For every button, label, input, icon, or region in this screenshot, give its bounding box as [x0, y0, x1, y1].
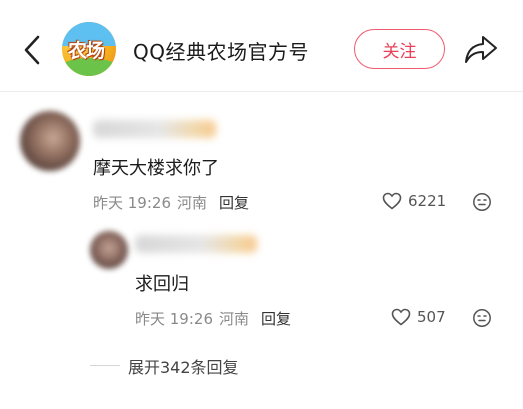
emoji-icon[interactable] [472, 308, 492, 328]
like-count: 507 [417, 308, 446, 326]
farm-logo: 农场 [68, 40, 105, 62]
expand-divider-line [90, 365, 120, 366]
reply-avatar[interactable] [90, 231, 128, 269]
reply-text: 求回归 [135, 274, 189, 295]
expand-replies-button[interactable]: 展开342条回复 [128, 354, 239, 378]
account-name[interactable]: QQ经典农场官方号 [133, 36, 309, 65]
top-bar: 农场 QQ经典农场官方号 关注 [0, 0, 523, 92]
commenter-username-blurred[interactable] [93, 120, 216, 138]
reply-meta: 昨天 19:26 河南 回复 [135, 308, 291, 329]
comment-location: 河南 [177, 194, 208, 212]
share-icon[interactable] [463, 33, 499, 65]
comment-meta: 昨天 19:26 河南 回复 [93, 192, 249, 213]
account-avatar[interactable]: 农场 [62, 22, 116, 76]
comment-text: 摩天大楼求你了 [93, 158, 219, 179]
commenter-avatar[interactable] [20, 111, 80, 171]
reply-time: 昨天 19:26 [135, 310, 213, 328]
back-button[interactable] [20, 33, 48, 67]
reply-button[interactable]: 回复 [261, 308, 291, 329]
like-count: 6221 [408, 192, 447, 210]
like-button[interactable]: 6221 [382, 192, 446, 210]
heart-icon [391, 308, 411, 326]
reply-like-button[interactable]: 507 [391, 308, 446, 326]
header-divider [0, 91, 523, 92]
reply-location: 河南 [219, 310, 250, 328]
heart-icon [382, 192, 402, 210]
comment-time: 昨天 19:26 [93, 194, 171, 212]
reply-username-blurred[interactable] [135, 235, 257, 253]
reply-button[interactable]: 回复 [219, 192, 249, 213]
emoji-icon[interactable] [472, 192, 492, 212]
follow-button[interactable]: 关注 [354, 29, 445, 69]
